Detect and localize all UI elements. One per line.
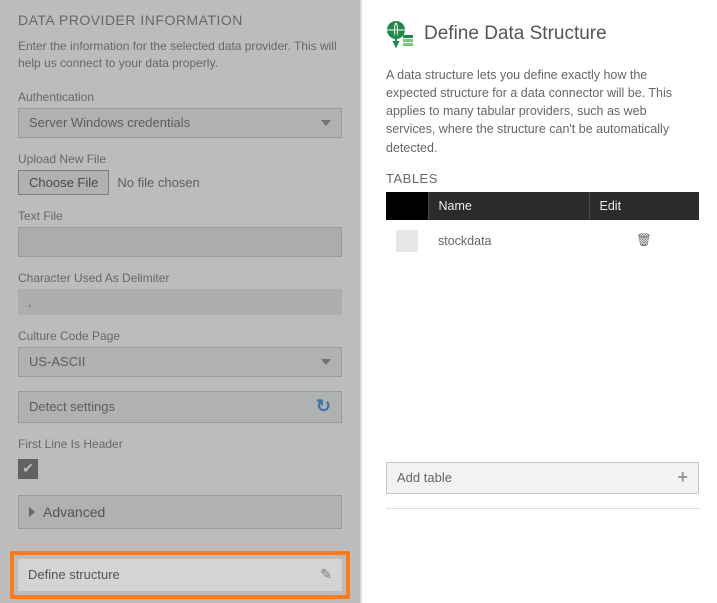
firstline-label: First Line Is Header	[18, 437, 342, 451]
textfile-input[interactable]	[18, 227, 342, 257]
choose-file-button[interactable]: Choose File	[18, 170, 109, 195]
culture-select[interactable]: US-ASCII	[18, 347, 342, 377]
auth-value: Server Windows credentials	[29, 115, 190, 130]
chevron-down-icon	[321, 120, 331, 126]
firstline-checkbox[interactable]: ✔	[18, 459, 38, 479]
tables-heading: TABLES	[386, 171, 699, 186]
structure-icon	[386, 20, 414, 48]
refresh-icon: ↻	[316, 396, 331, 417]
chevron-right-icon	[29, 507, 35, 517]
detect-settings-button[interactable]: Detect settings ↻	[18, 391, 342, 423]
chevron-down-icon	[321, 359, 331, 365]
textfile-label: Text File	[18, 209, 342, 223]
edit-icon: ✎	[320, 566, 332, 583]
auth-label: Authentication	[18, 90, 342, 104]
file-status: No file chosen	[117, 175, 199, 190]
tables-table: Name Edit stockdata 🗑	[386, 192, 699, 262]
culture-value: US-ASCII	[29, 354, 85, 369]
divider-line	[386, 508, 699, 509]
delete-row-button[interactable]: 🗑	[589, 220, 699, 262]
right-desc: A data structure lets you define exactly…	[386, 66, 699, 157]
delimiter-label: Character Used As Delimiter	[18, 271, 342, 285]
delimiter-input[interactable]: ,	[18, 289, 342, 315]
define-structure-button[interactable]: Define structure ✎	[18, 559, 342, 591]
row-name: stockdata	[428, 220, 589, 262]
right-title: Define Data Structure	[424, 23, 607, 45]
right-panel: Define Data Structure A data structure l…	[362, 0, 717, 603]
row-swatch	[396, 230, 418, 252]
table-row[interactable]: stockdata 🗑	[386, 220, 699, 262]
col-icon	[386, 192, 428, 220]
col-edit: Edit	[589, 192, 699, 220]
panel-title: DATA PROVIDER INFORMATION	[18, 12, 342, 28]
culture-label: Culture Code Page	[18, 329, 342, 343]
add-table-button[interactable]: Add table +	[386, 462, 699, 494]
upload-label: Upload New File	[18, 152, 342, 166]
panel-intro: Enter the information for the selected d…	[18, 38, 342, 72]
plus-icon: +	[677, 467, 688, 488]
advanced-toggle[interactable]: Advanced	[18, 495, 342, 529]
left-panel: DATA PROVIDER INFORMATION Enter the info…	[0, 0, 360, 603]
auth-select[interactable]: Server Windows credentials	[18, 108, 342, 138]
col-name: Name	[428, 192, 589, 220]
